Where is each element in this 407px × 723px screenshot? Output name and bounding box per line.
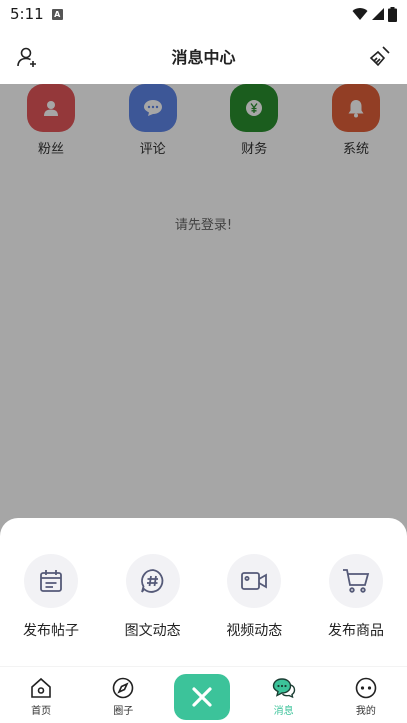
broom-icon bbox=[369, 46, 390, 67]
tab-circle[interactable]: 圈子 bbox=[93, 667, 153, 717]
add-friend-button[interactable] bbox=[14, 44, 40, 70]
action-label: 发布帖子 bbox=[23, 623, 79, 639]
tab-messages[interactable]: 消息 bbox=[254, 667, 314, 717]
clear-messages-button[interactable] bbox=[367, 43, 393, 69]
compass-icon bbox=[112, 677, 134, 699]
cart-icon bbox=[328, 554, 383, 608]
action-label: 视频动态 bbox=[226, 623, 283, 639]
message-icon bbox=[272, 678, 295, 699]
battery-icon bbox=[388, 6, 397, 22]
home-icon bbox=[31, 677, 51, 698]
tab-home[interactable]: 首页 bbox=[11, 667, 71, 717]
hashtag-icon bbox=[125, 554, 180, 608]
status-time: 5:11 bbox=[10, 5, 44, 23]
signal-icon bbox=[372, 8, 384, 20]
profile-icon bbox=[355, 677, 377, 699]
video-camera-icon bbox=[227, 554, 282, 608]
close-icon bbox=[192, 687, 212, 707]
tab-mine[interactable]: 我的 bbox=[336, 667, 396, 717]
close-publish-button[interactable] bbox=[174, 674, 230, 720]
notification-a-icon: A bbox=[51, 8, 63, 20]
tab-label: 消息 bbox=[273, 706, 294, 717]
tab-label: 我的 bbox=[355, 706, 376, 717]
action-label: 图文动态 bbox=[124, 623, 181, 639]
action-label: 发布商品 bbox=[327, 623, 384, 639]
add-user-icon bbox=[17, 47, 36, 67]
status-bar: 5:11 A bbox=[0, 0, 407, 28]
tab-label: 首页 bbox=[31, 706, 52, 717]
calendar-post-icon bbox=[24, 554, 78, 608]
publish-product-button[interactable]: 发布商品 bbox=[319, 554, 393, 640]
tab-label: 圈子 bbox=[113, 706, 134, 717]
image-text-post-button[interactable]: 图文动态 bbox=[116, 554, 190, 640]
page-title: 消息中心 bbox=[171, 48, 236, 67]
wifi-icon bbox=[352, 8, 368, 20]
publish-actions: 发布帖子 图文动态 视频动态 发布商品 bbox=[0, 518, 407, 640]
publish-post-button[interactable]: 发布帖子 bbox=[14, 554, 88, 640]
app-header: 消息中心 bbox=[0, 28, 407, 84]
status-icons bbox=[352, 6, 397, 22]
video-post-button[interactable]: 视频动态 bbox=[217, 554, 291, 640]
